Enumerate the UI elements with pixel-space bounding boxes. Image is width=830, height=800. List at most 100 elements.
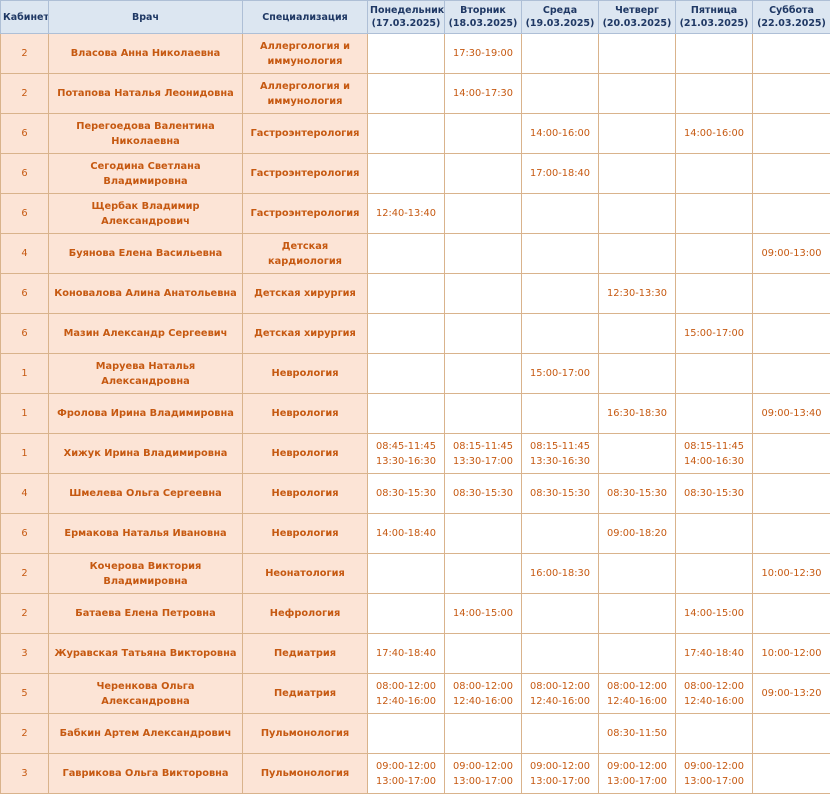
schedule-slot-cell bbox=[675, 33, 753, 74]
schedule-slot-cell: 14:00-16:00 bbox=[675, 113, 753, 154]
schedule-slot-cell bbox=[752, 513, 830, 554]
header-day-friday: Пятница (21.03.2025) bbox=[675, 0, 753, 34]
doctor-name-cell: Батаева Елена Петровна bbox=[48, 593, 243, 634]
schedule-slot-cell bbox=[521, 593, 599, 634]
schedule-slot-cell bbox=[675, 153, 753, 194]
doctor-name-cell: Журавская Татьяна Викторовна bbox=[48, 633, 243, 674]
schedule-slot-cell bbox=[444, 513, 522, 554]
cabinet-cell: 6 bbox=[0, 513, 49, 554]
day-date: (22.03.2025) bbox=[757, 18, 826, 29]
cabinet-cell: 3 bbox=[0, 633, 49, 674]
specialization-cell: Неврология bbox=[242, 433, 368, 474]
schedule-slot-cell bbox=[521, 713, 599, 754]
cabinet-cell: 3 bbox=[0, 753, 49, 794]
day-date: (20.03.2025) bbox=[602, 18, 672, 29]
doctor-name-cell: Власова Анна Николаевна bbox=[48, 33, 243, 74]
table-row: 6 Коновалова Алина Анатольевна Детская хир… bbox=[0, 273, 830, 314]
schedule-slot-cell: 14:00-16:00 bbox=[521, 113, 599, 154]
table-row: 2 Кочерова Виктория Владимировна Неонатоло… bbox=[0, 553, 830, 594]
cabinet-cell: 1 bbox=[0, 433, 49, 474]
schedule-slot-cell bbox=[675, 713, 753, 754]
schedule-slot-cell bbox=[367, 153, 445, 194]
schedule-slot-cell bbox=[367, 273, 445, 314]
specialization-cell: Неврология bbox=[242, 393, 368, 434]
header-row: Кабинет Врач Специализация Понедельник (1… bbox=[0, 0, 830, 34]
doctor-name-cell: Маруева Наталья Александровна bbox=[48, 353, 243, 394]
schedule-slot-cell bbox=[598, 73, 676, 114]
specialization-cell: Гастроэнтерология bbox=[242, 153, 368, 194]
doctor-name-cell: Перегоедова Валентина Николаевна bbox=[48, 113, 243, 154]
schedule-slot-cell: 15:00-17:00 bbox=[521, 353, 599, 394]
schedule-slot-cell bbox=[367, 593, 445, 634]
schedule-slot-cell bbox=[444, 713, 522, 754]
schedule-slot-cell: 17:00-18:40 bbox=[521, 153, 599, 194]
specialization-cell: Аллергология и иммунология bbox=[242, 73, 368, 114]
schedule-slot-cell bbox=[598, 153, 676, 194]
schedule-slot-cell bbox=[367, 553, 445, 594]
schedule-slot-cell: 08:45-11:45 13:30-16:30 bbox=[367, 433, 445, 474]
day-name: Суббота bbox=[769, 5, 814, 16]
doctor-name-cell: Бабкин Артем Александрович bbox=[48, 713, 243, 754]
schedule-slot-cell bbox=[752, 153, 830, 194]
schedule-slot-cell bbox=[521, 33, 599, 74]
schedule-slot-cell: 09:00-12:00 13:00-17:00 bbox=[367, 753, 445, 794]
schedule-slot-cell: 09:00-13:40 bbox=[752, 393, 830, 434]
schedule-slot-cell: 14:00-17:30 bbox=[444, 73, 522, 114]
header-day-monday: Понедельник (17.03.2025) bbox=[367, 0, 445, 34]
schedule-slot-cell bbox=[367, 393, 445, 434]
table-row: 1 Хижук Ирина Владимировна Неврология 08:45… bbox=[0, 433, 830, 474]
schedule-slot-cell: 08:30-15:30 bbox=[675, 473, 753, 514]
schedule-slot-cell: 14:00-18:40 bbox=[367, 513, 445, 554]
cabinet-cell: 1 bbox=[0, 353, 49, 394]
schedule-slot-cell bbox=[598, 313, 676, 354]
table-row: 3 Журавская Татьяна Викторовна Педиатрия 17… bbox=[0, 633, 830, 674]
schedule-slot-cell bbox=[752, 273, 830, 314]
table-row: 1 Маруева Наталья Александровна Неврология… bbox=[0, 353, 830, 394]
schedule-slot-cell: 08:00-12:00 12:40-16:00 bbox=[675, 673, 753, 714]
day-name: Вторник bbox=[460, 5, 506, 16]
cabinet-cell: 6 bbox=[0, 113, 49, 154]
table-row: 4 Буянова Елена Васильевна Детская кардиол… bbox=[0, 233, 830, 274]
table-row: 2 Потапова Наталья Леонидовна Аллергология… bbox=[0, 73, 830, 114]
schedule-slot-cell bbox=[598, 593, 676, 634]
schedule-slot-cell bbox=[444, 153, 522, 194]
table-row: 6 Перегоедова Валентина Николаевна Гастроэ… bbox=[0, 113, 830, 154]
schedule-slot-cell: 08:00-12:00 12:40-16:00 bbox=[521, 673, 599, 714]
schedule-slot-cell: 12:30-13:30 bbox=[598, 273, 676, 314]
schedule-slot-cell: 08:15-11:45 13:30-16:30 bbox=[521, 433, 599, 474]
schedule-slot-cell bbox=[752, 313, 830, 354]
schedule-slot-cell: 10:00-12:30 bbox=[752, 553, 830, 594]
schedule-slot-cell bbox=[675, 553, 753, 594]
header-day-thursday: Четверг (20.03.2025) bbox=[598, 0, 676, 34]
schedule-slot-cell bbox=[521, 273, 599, 314]
table-row: 6 Ермакова Наталья Ивановна Неврология 14:0… bbox=[0, 513, 830, 554]
schedule-slot-cell: 16:30-18:30 bbox=[598, 393, 676, 434]
schedule-slot-cell bbox=[367, 353, 445, 394]
specialization-cell: Гастроэнтерология bbox=[242, 193, 368, 234]
schedule-slot-cell: 17:30-19:00 bbox=[444, 33, 522, 74]
table-row: 6 Мазин Александр Сергеевич Детская хирург… bbox=[0, 313, 830, 354]
header-day-tuesday: Вторник (18.03.2025) bbox=[444, 0, 522, 34]
specialization-cell: Неонатология bbox=[242, 553, 368, 594]
schedule-slot-cell: 08:30-15:30 bbox=[598, 473, 676, 514]
schedule-slot-cell bbox=[675, 233, 753, 274]
doctor-name-cell: Шмелева Ольга Сергеевна bbox=[48, 473, 243, 514]
specialization-cell: Педиатрия bbox=[242, 633, 368, 674]
table-row: 1 Фролова Ирина Владимировна Неврология 16:… bbox=[0, 393, 830, 434]
schedule-slot-cell bbox=[598, 193, 676, 234]
schedule-slot-cell bbox=[367, 73, 445, 114]
specialization-cell: Пульмонология bbox=[242, 713, 368, 754]
schedule-slot-cell bbox=[444, 553, 522, 594]
schedule-slot-cell bbox=[598, 113, 676, 154]
schedule-slot-cell: 09:00-18:20 bbox=[598, 513, 676, 554]
header-specialization: Специализация bbox=[242, 0, 368, 34]
schedule-slot-cell bbox=[521, 313, 599, 354]
cabinet-cell: 2 bbox=[0, 713, 49, 754]
header-cabinet: Кабинет bbox=[0, 0, 49, 34]
schedule-slot-cell: 08:15-11:45 13:30-17:00 bbox=[444, 433, 522, 474]
schedule-slot-cell: 08:30-15:30 bbox=[444, 473, 522, 514]
table-row: 5 Черенкова Ольга Александровна Педиатрия 0… bbox=[0, 673, 830, 714]
day-date: (21.03.2025) bbox=[679, 18, 749, 29]
table-row: 3 Гаврикова Ольга Викторовна Пульмонология… bbox=[0, 753, 830, 794]
table-row: 2 Бабкин Артем Александрович Пульмонология… bbox=[0, 713, 830, 754]
